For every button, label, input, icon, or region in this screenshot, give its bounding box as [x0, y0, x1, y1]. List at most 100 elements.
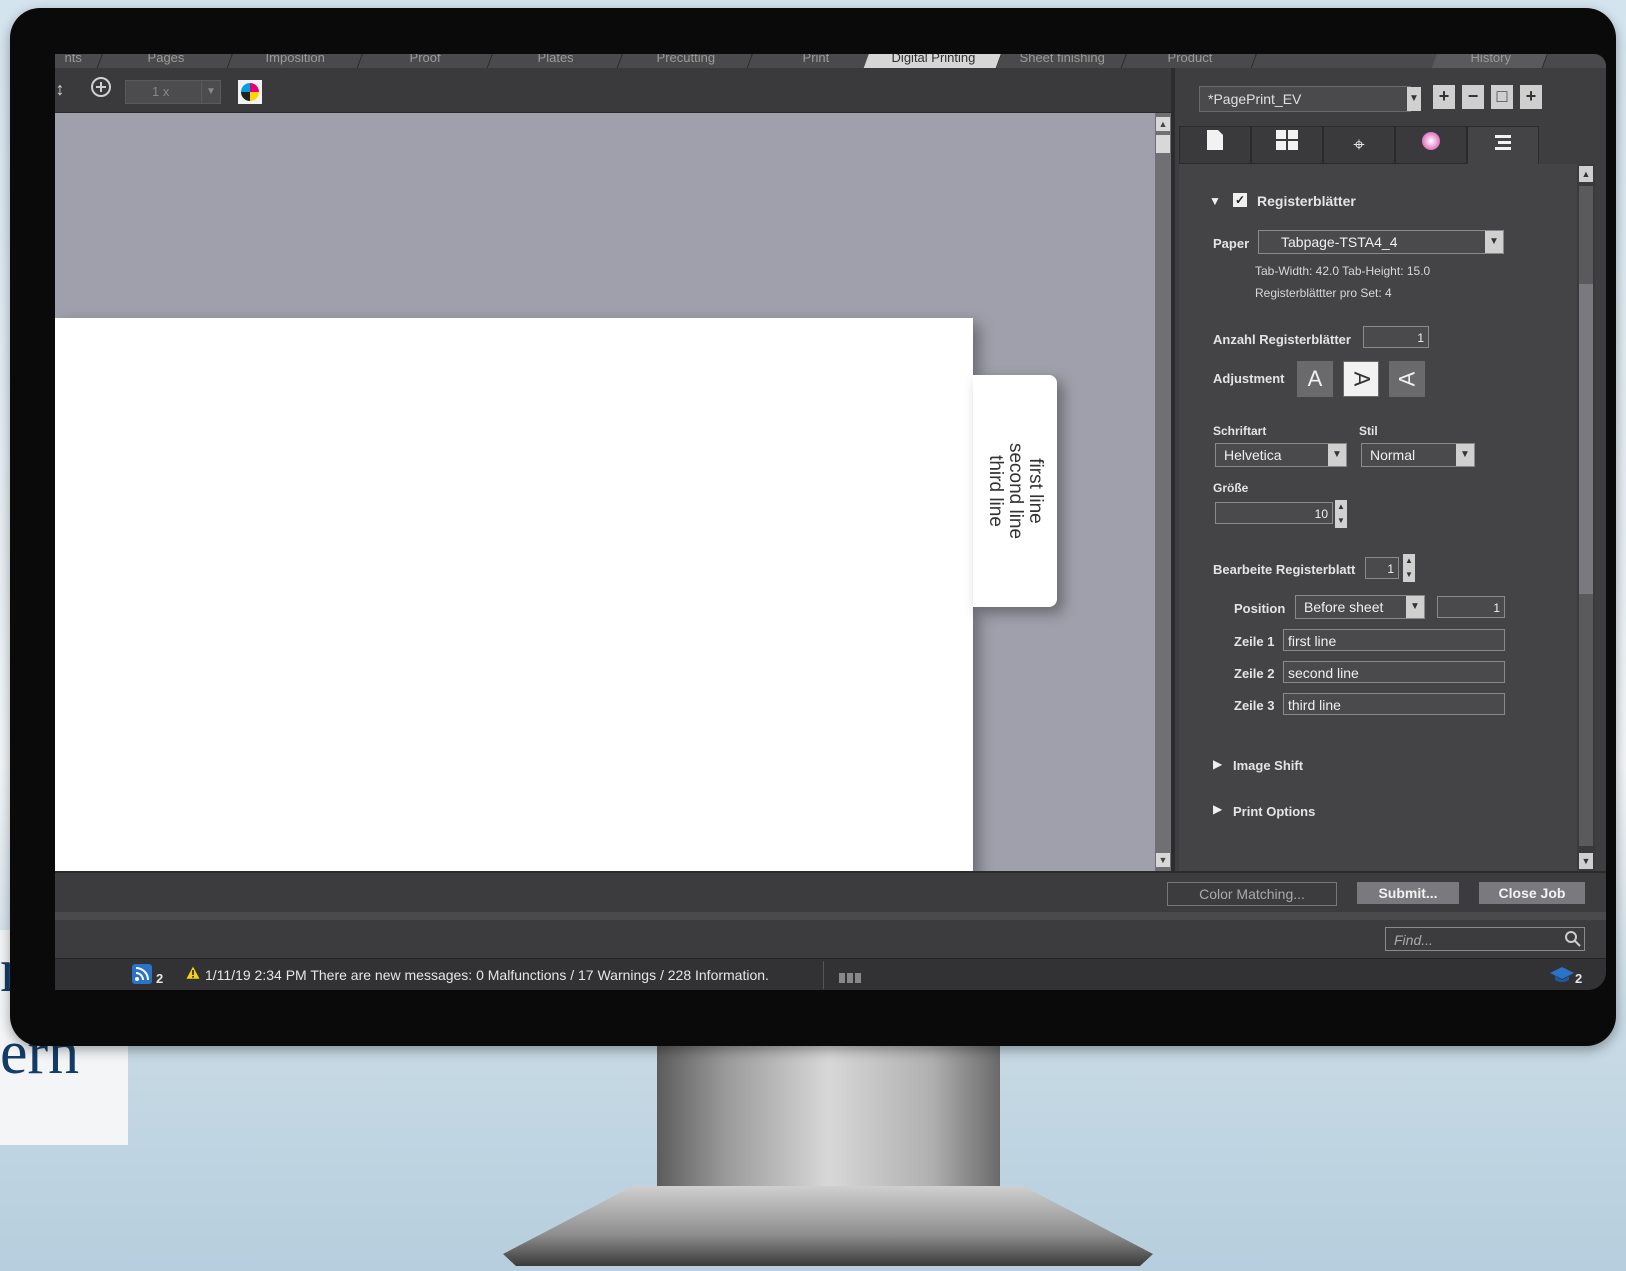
rss-count: 2 [156, 971, 164, 986]
tab-dimensions: Tab-Width: 42.0 Tab-Height: 15.0 [1255, 264, 1431, 278]
line-3-field[interactable]: third line [1283, 693, 1505, 715]
rss-icon[interactable] [131, 963, 155, 988]
document-icon[interactable] [1179, 126, 1251, 164]
zoom-in-icon[interactable] [88, 76, 114, 102]
edit-tab-field[interactable]: 1 [1365, 557, 1399, 579]
close-job-button[interactable]: Close Job [1479, 882, 1585, 904]
chevron-down-icon[interactable]: ▼ [1456, 444, 1474, 466]
scroll-thumb[interactable] [1156, 135, 1170, 153]
tab-plates[interactable]: Plates [486, 54, 625, 68]
tab-digital-printing[interactable]: Digital Printing [863, 54, 1004, 68]
list-icon[interactable] [1467, 126, 1539, 164]
preview-toolbar: ↕ 1 x ▼ [55, 68, 1180, 113]
warning-icon [185, 965, 201, 984]
style-label: Stil [1359, 424, 1378, 438]
search-icon[interactable] [1565, 931, 1581, 952]
position-number-field[interactable]: 1 [1437, 596, 1505, 618]
adjust-rotate-right-button[interactable]: A [1343, 361, 1379, 397]
tab-proof[interactable]: Proof [356, 54, 495, 68]
add-button[interactable]: + [1520, 85, 1542, 109]
app-window: nts Pages Imposition Proof Plates Precut… [55, 54, 1606, 990]
graduation-cap-icon[interactable] [1549, 965, 1575, 988]
tab-imposition[interactable]: Imposition [226, 54, 365, 68]
position-value: Before sheet [1304, 599, 1384, 615]
tabs-per-set: Registerblättter pro Set: 4 [1255, 286, 1392, 300]
adjust-rotate-left-button[interactable]: A [1389, 361, 1425, 397]
monitor-stand-neck [657, 1046, 1000, 1196]
tab-product[interactable]: Product [1120, 54, 1259, 68]
line-2-label: Zeile 2 [1234, 666, 1275, 681]
size-field[interactable]: 10 [1215, 502, 1333, 524]
preview-scrollbar[interactable]: ▲ ▼ [1155, 113, 1171, 871]
monitor-stand-base [503, 1186, 1153, 1266]
style-select[interactable]: Normal ▼ [1361, 443, 1475, 467]
progress-indicator [839, 970, 865, 983]
tab-precutting[interactable]: Precutting [616, 54, 755, 68]
tab-sheet-finishing[interactable]: Sheet finishing [995, 54, 1129, 68]
page-preview-canvas[interactable]: first line second line third line [55, 113, 1155, 871]
edit-tab-stepper[interactable]: ▲ ▼ [1403, 554, 1415, 582]
register-tab-text: first line second line third line [973, 375, 1057, 607]
chevron-down-icon[interactable]: ▼ [201, 80, 221, 104]
settings-panel: *PagePrint_EV ▼ + − □ + ⌖ ▼ ✓ Registerbl… [1175, 68, 1606, 871]
font-select[interactable]: Helvetica ▼ [1215, 443, 1347, 467]
layout-icon[interactable] [1251, 126, 1323, 164]
paper-sheet [55, 318, 973, 871]
tab-settings-form: ▼ ✓ Registerblätter Paper Tabpage-TSTA4_… [1179, 164, 1577, 871]
paper-value: Tabpage-TSTA4_4 [1281, 234, 1398, 250]
adjustment-label: Adjustment [1213, 371, 1285, 386]
notification-count: 2 [1575, 971, 1583, 986]
tab-line-3: third line [985, 455, 1006, 527]
collapse-arrow-icon[interactable]: ▼ [1209, 194, 1221, 208]
style-value: Normal [1370, 447, 1416, 463]
size-stepper[interactable]: ▲ ▼ [1335, 500, 1347, 528]
position-label: Position [1234, 601, 1286, 616]
color-matching-button[interactable]: Color Matching... [1167, 882, 1337, 906]
tab-pages[interactable]: Pages [96, 54, 235, 68]
position-select[interactable]: Before sheet ▼ [1295, 595, 1425, 619]
zoom-level-field[interactable]: 1 x [125, 80, 203, 104]
line-3-label: Zeile 3 [1234, 698, 1275, 713]
remove-preset-button[interactable]: − [1462, 85, 1484, 109]
cmyk-icon[interactable] [238, 80, 262, 104]
adjust-normal-button[interactable]: A [1297, 361, 1333, 397]
chevron-down-icon[interactable]: ▼ [1328, 444, 1346, 466]
add-preset-button[interactable]: + [1433, 85, 1455, 109]
submit-button[interactable]: Submit... [1357, 882, 1459, 904]
font-label: Schriftart [1213, 424, 1267, 438]
paper-select[interactable]: Tabpage-TSTA4_4 ▼ [1258, 230, 1504, 254]
fit-height-icon[interactable]: ↕ [55, 76, 73, 102]
scroll-thumb[interactable] [1579, 284, 1593, 594]
workflow-tab-bar: nts Pages Imposition Proof Plates Precut… [55, 54, 1606, 68]
image-shift-section[interactable]: Image Shift [1233, 758, 1303, 773]
messages-divider[interactable] [55, 912, 1606, 920]
print-options-section[interactable]: Print Options [1233, 804, 1315, 819]
paper-label: Paper [1213, 236, 1250, 251]
color-wheel-icon[interactable] [1395, 126, 1467, 164]
status-bar: 2 1/11/19 2:34 PM There are new messages… [55, 958, 1606, 990]
preset-select[interactable]: *PagePrint_EV [1199, 86, 1411, 112]
chevron-down-icon[interactable]: ▼ [1406, 596, 1424, 618]
chevron-down-icon[interactable]: ▼ [1407, 87, 1421, 111]
expand-arrow-icon[interactable]: ▶ [1213, 802, 1222, 816]
settings-scrollbar[interactable]: ▲ ▼ [1577, 164, 1595, 871]
tab-line-1: first line [1025, 458, 1046, 524]
scroll-down-icon[interactable]: ▼ [1156, 853, 1170, 867]
line-2-field[interactable]: second line [1283, 661, 1505, 683]
chevron-down-icon[interactable]: ▼ [1485, 231, 1503, 253]
scroll-up-icon[interactable]: ▲ [1579, 166, 1593, 182]
find-row: Find... [55, 920, 1606, 958]
scroll-up-icon[interactable]: ▲ [1156, 117, 1170, 131]
tab-history[interactable]: History [1431, 54, 1550, 68]
maximize-button[interactable]: □ [1491, 85, 1513, 109]
crosshair-icon[interactable]: ⌖ [1323, 126, 1395, 164]
line-1-field[interactable]: first line [1283, 629, 1505, 651]
tab-count-field[interactable]: 1 [1363, 326, 1429, 348]
edit-tab-label: Bearbeite Registerblatt [1213, 562, 1356, 577]
find-input[interactable]: Find... [1385, 927, 1585, 951]
expand-arrow-icon[interactable]: ▶ [1213, 757, 1222, 771]
line-1-label: Zeile 1 [1234, 634, 1275, 649]
tab-count-label: Anzahl Registerblätter [1213, 332, 1351, 347]
scroll-down-icon[interactable]: ▼ [1579, 853, 1593, 869]
registerblaetter-checkbox[interactable]: ✓ [1233, 193, 1247, 207]
